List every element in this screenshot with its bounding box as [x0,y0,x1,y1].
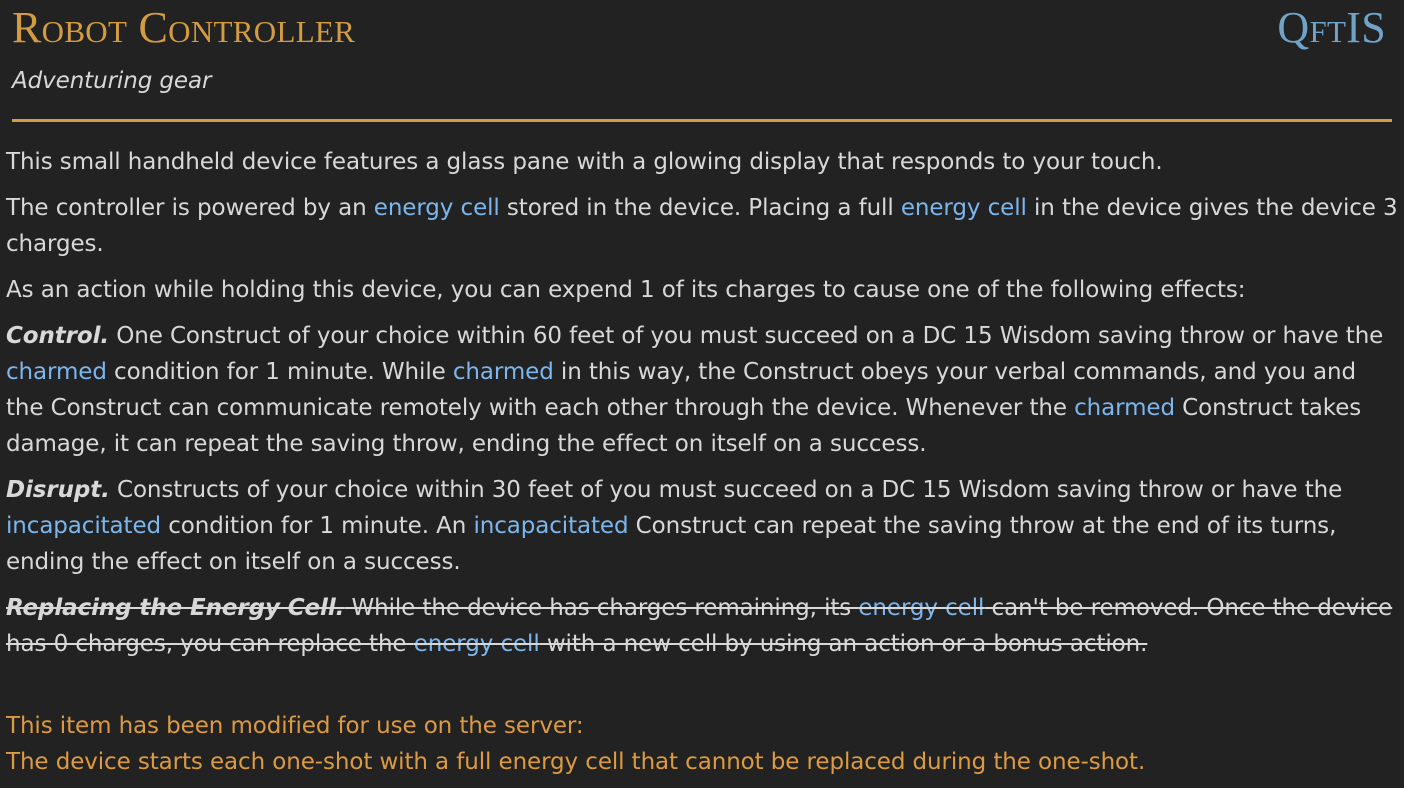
energy-cell-link[interactable]: energy cell [858,595,984,621]
disrupt-text-b: condition for 1 minute. An [161,513,474,539]
disrupt-label: Disrupt. [6,477,110,503]
disrupt-text-a: Constructs of your choice within 30 feet… [109,477,1343,503]
action-text: As an action while holding this device, … [6,277,1246,303]
note-text: The device starts each one-shot with a f… [6,749,1146,775]
control-label: Control. [6,323,110,349]
header-divider [12,119,1392,122]
charmed-link[interactable]: charmed [1074,395,1175,421]
replacing-text-a: While the device has charges remaining, … [344,595,859,621]
charmed-link[interactable]: charmed [453,359,554,385]
replacing-label: Replacing the Energy Cell. [6,595,345,621]
incapacitated-link[interactable]: incapacitated [6,513,161,539]
charmed-link[interactable]: charmed [6,359,107,385]
energy-cell-link[interactable]: energy cell [901,195,1027,221]
item-title: Robot Controller [12,3,356,52]
intro-text: This small handheld device features a gl… [6,149,1163,175]
replacing-paragraph: Replacing the Energy Cell. While the dev… [6,590,1398,662]
replacing-text-c: with a new cell by using an action or a … [539,631,1148,657]
power-text-b: stored in the device. Placing a full [499,195,901,221]
control-text-a: One Construct of your choice within 60 f… [109,323,1384,349]
power-paragraph: The controller is powered by an energy c… [6,190,1398,262]
source-badge[interactable]: QftIS [1277,2,1386,54]
power-text-a: The controller is powered by an [6,195,374,221]
control-paragraph: Control. One Construct of your choice wi… [6,318,1398,462]
item-description: This small handheld device features a gl… [6,122,1398,780]
energy-cell-link[interactable]: energy cell [374,195,500,221]
item-page: Robot Controller QftIS Adventuring gear … [0,0,1404,788]
intro-paragraph: This small handheld device features a gl… [6,144,1398,180]
incapacitated-link[interactable]: incapacitated [473,513,628,539]
disrupt-paragraph: Disrupt. Constructs of your choice withi… [6,472,1398,580]
action-paragraph: As an action while holding this device, … [6,272,1398,308]
energy-cell-link[interactable]: energy cell [414,631,540,657]
item-header: Robot Controller QftIS Adventuring gear [6,0,1398,122]
server-modification-note: This item has been modified for use on t… [6,708,1398,780]
note-heading: This item has been modified for use on t… [6,713,584,739]
item-type: Adventuring gear [12,68,212,94]
control-text-b: condition for 1 minute. While [106,359,453,385]
